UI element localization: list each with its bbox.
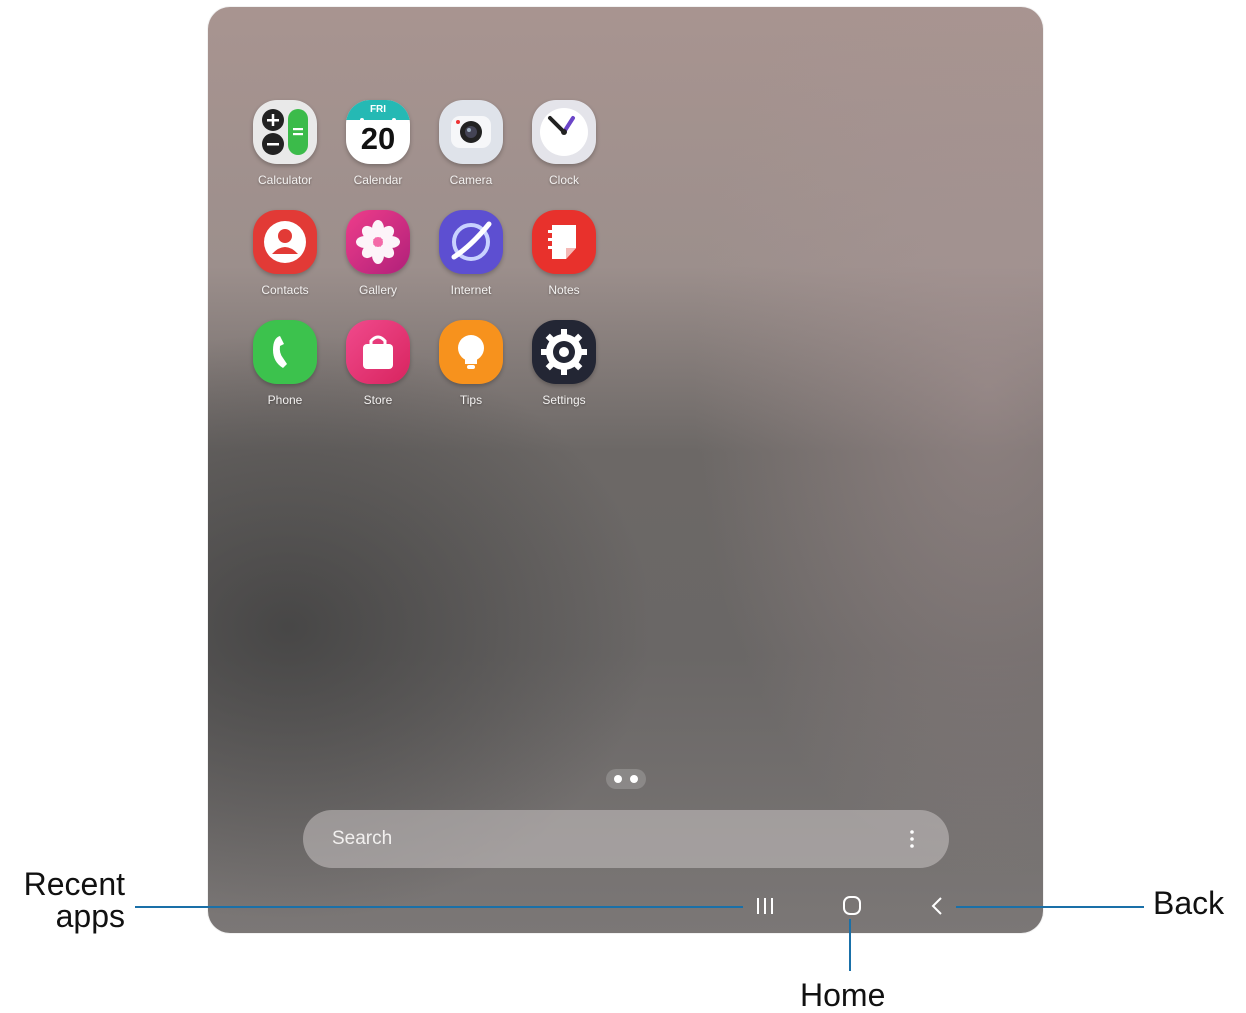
app-internet[interactable]: Internet xyxy=(426,210,516,310)
app-label: Camera xyxy=(449,173,493,187)
notes-icon xyxy=(532,210,596,274)
back-icon xyxy=(928,897,948,927)
recent-callout-line-2: apps xyxy=(55,898,125,934)
app-gallery[interactable]: Gallery xyxy=(333,210,423,310)
clock-icon xyxy=(532,100,596,164)
app-clock[interactable]: Clock xyxy=(519,100,609,200)
calendar-icon: FRI 20 xyxy=(346,100,410,164)
app-store[interactable]: Store xyxy=(333,320,423,420)
phone-icon xyxy=(253,320,317,384)
app-label: Internet xyxy=(450,283,492,297)
calculator-icon xyxy=(253,100,317,164)
app-settings[interactable]: Settings xyxy=(519,320,609,420)
settings-icon xyxy=(532,320,596,384)
app-label: Calculator xyxy=(257,173,313,187)
app-label: Clock xyxy=(548,173,579,187)
search-bar[interactable]: Search xyxy=(303,810,949,868)
recent-apps-button[interactable] xyxy=(754,889,776,928)
back-callout-line xyxy=(956,906,1144,908)
page-dot-2 xyxy=(630,775,638,783)
store-icon xyxy=(346,320,410,384)
home-callout-line xyxy=(849,919,851,971)
app-label: Calendar xyxy=(353,173,403,187)
app-contacts[interactable]: Contacts xyxy=(240,210,330,310)
home-icon xyxy=(840,896,864,927)
app-calendar[interactable]: FRI 20 Calendar xyxy=(333,100,423,200)
home-callout-label: Home xyxy=(800,977,886,1013)
app-tips[interactable]: Tips xyxy=(426,320,516,420)
app-notes[interactable]: Notes xyxy=(519,210,609,310)
more-vertical-icon[interactable] xyxy=(899,826,925,852)
app-label: Phone xyxy=(267,393,303,407)
calendar-weekday: FRI xyxy=(369,104,387,115)
home-button[interactable] xyxy=(840,889,864,928)
internet-icon xyxy=(439,210,503,274)
app-label: Store xyxy=(363,393,393,407)
search-placeholder: Search xyxy=(332,828,393,849)
camera-icon xyxy=(439,100,503,164)
tips-icon xyxy=(439,320,503,384)
page-dot-1 xyxy=(614,775,622,783)
app-phone[interactable]: Phone xyxy=(240,320,330,420)
recent-callout-line-1: Recent xyxy=(23,866,125,902)
back-button[interactable] xyxy=(928,889,948,928)
recent-apps-callout-line xyxy=(135,906,743,908)
app-calculator[interactable]: Calculator xyxy=(240,100,330,200)
home-screen: Calculator FRI 20 Calendar Camera Clock … xyxy=(208,7,1043,933)
back-callout-label: Back xyxy=(1153,885,1225,921)
calendar-date: 20 xyxy=(360,121,396,156)
app-label: Settings xyxy=(542,393,586,407)
app-label: Gallery xyxy=(358,283,397,297)
recent-apps-icon xyxy=(754,898,776,927)
recent-apps-callout-label: Recent apps xyxy=(24,868,125,932)
gallery-icon xyxy=(346,210,410,274)
app-camera[interactable]: Camera xyxy=(426,100,516,200)
contacts-icon xyxy=(253,210,317,274)
app-label: Notes xyxy=(548,283,580,297)
app-label: Contacts xyxy=(261,283,309,297)
app-label: Tips xyxy=(459,393,483,407)
page-indicator[interactable] xyxy=(606,769,646,789)
